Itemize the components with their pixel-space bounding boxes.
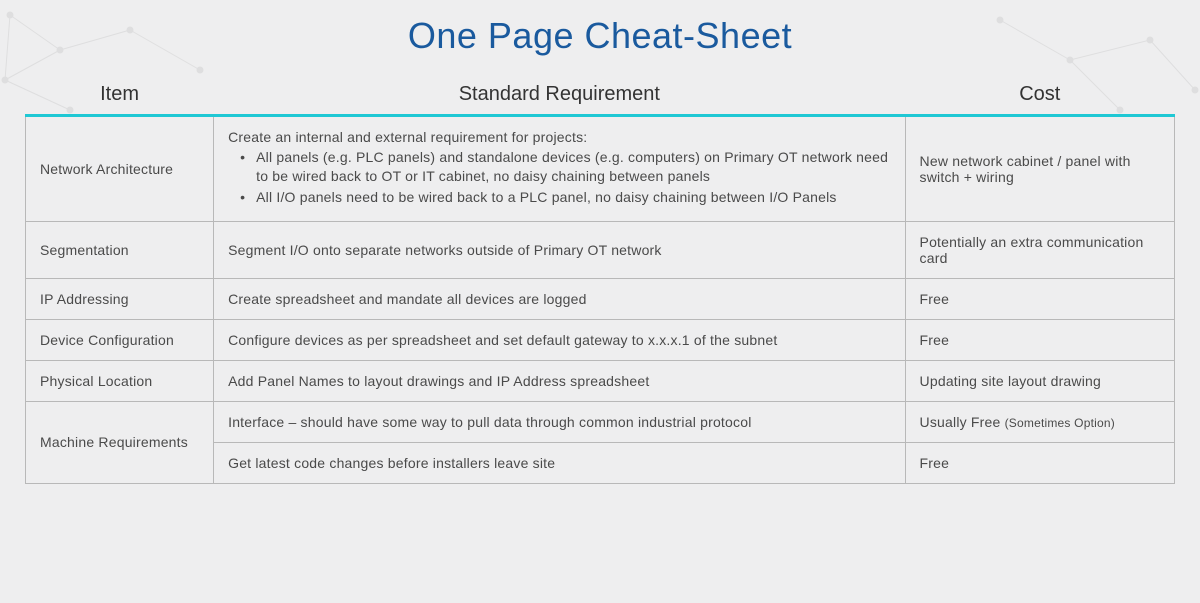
cost-cell: Potentially an extra communication card <box>905 221 1174 278</box>
requirement-bullet: All panels (e.g. PLC panels) and standal… <box>236 148 890 186</box>
requirement-cell: Segment I/O onto separate networks outsi… <box>214 221 905 278</box>
column-header-cost: Cost <box>905 75 1174 116</box>
table-row: Machine Requirements Interface – should … <box>26 401 1175 442</box>
item-cell: Machine Requirements <box>26 401 214 483</box>
cheat-sheet-table: Item Standard Requirement Cost Network A… <box>25 75 1175 484</box>
cost-text: Usually Free <box>920 414 1005 430</box>
requirement-cell: Add Panel Names to layout drawings and I… <box>214 360 905 401</box>
column-header-requirement: Standard Requirement <box>214 75 905 116</box>
table-row: Network Architecture Create an internal … <box>26 116 1175 222</box>
table-body: Network Architecture Create an internal … <box>26 116 1175 484</box>
requirement-cell: Create an internal and external requirem… <box>214 116 905 222</box>
requirement-bullet: All I/O panels need to be wired back to … <box>236 188 890 207</box>
requirement-list: All panels (e.g. PLC panels) and standal… <box>228 148 890 207</box>
cost-cell: Usually Free (Sometimes Option) <box>905 401 1174 442</box>
column-header-item: Item <box>26 75 214 116</box>
cost-note: (Sometimes Option) <box>1005 416 1115 430</box>
cost-cell: Free <box>905 319 1174 360</box>
item-cell: Segmentation <box>26 221 214 278</box>
table-row: IP Addressing Create spreadsheet and man… <box>26 278 1175 319</box>
table-row: Segmentation Segment I/O onto separate n… <box>26 221 1175 278</box>
page-title: One Page Cheat-Sheet <box>25 15 1175 57</box>
cost-cell: Free <box>905 278 1174 319</box>
table-row: Device Configuration Configure devices a… <box>26 319 1175 360</box>
cost-cell: Updating site layout drawing <box>905 360 1174 401</box>
item-cell: Physical Location <box>26 360 214 401</box>
requirement-cell: Create spreadsheet and mandate all devic… <box>214 278 905 319</box>
item-cell: Device Configuration <box>26 319 214 360</box>
item-cell: Network Architecture <box>26 116 214 222</box>
requirement-cell: Get latest code changes before installer… <box>214 442 905 483</box>
table-header-row: Item Standard Requirement Cost <box>26 75 1175 116</box>
slide-container: One Page Cheat-Sheet Item Standard Requi… <box>0 0 1200 499</box>
table-row: Physical Location Add Panel Names to lay… <box>26 360 1175 401</box>
cost-cell: New network cabinet / panel with switch … <box>905 116 1174 222</box>
requirement-intro: Create an internal and external requirem… <box>228 129 890 145</box>
cost-cell: Free <box>905 442 1174 483</box>
requirement-cell: Interface – should have some way to pull… <box>214 401 905 442</box>
requirement-cell: Configure devices as per spreadsheet and… <box>214 319 905 360</box>
item-cell: IP Addressing <box>26 278 214 319</box>
